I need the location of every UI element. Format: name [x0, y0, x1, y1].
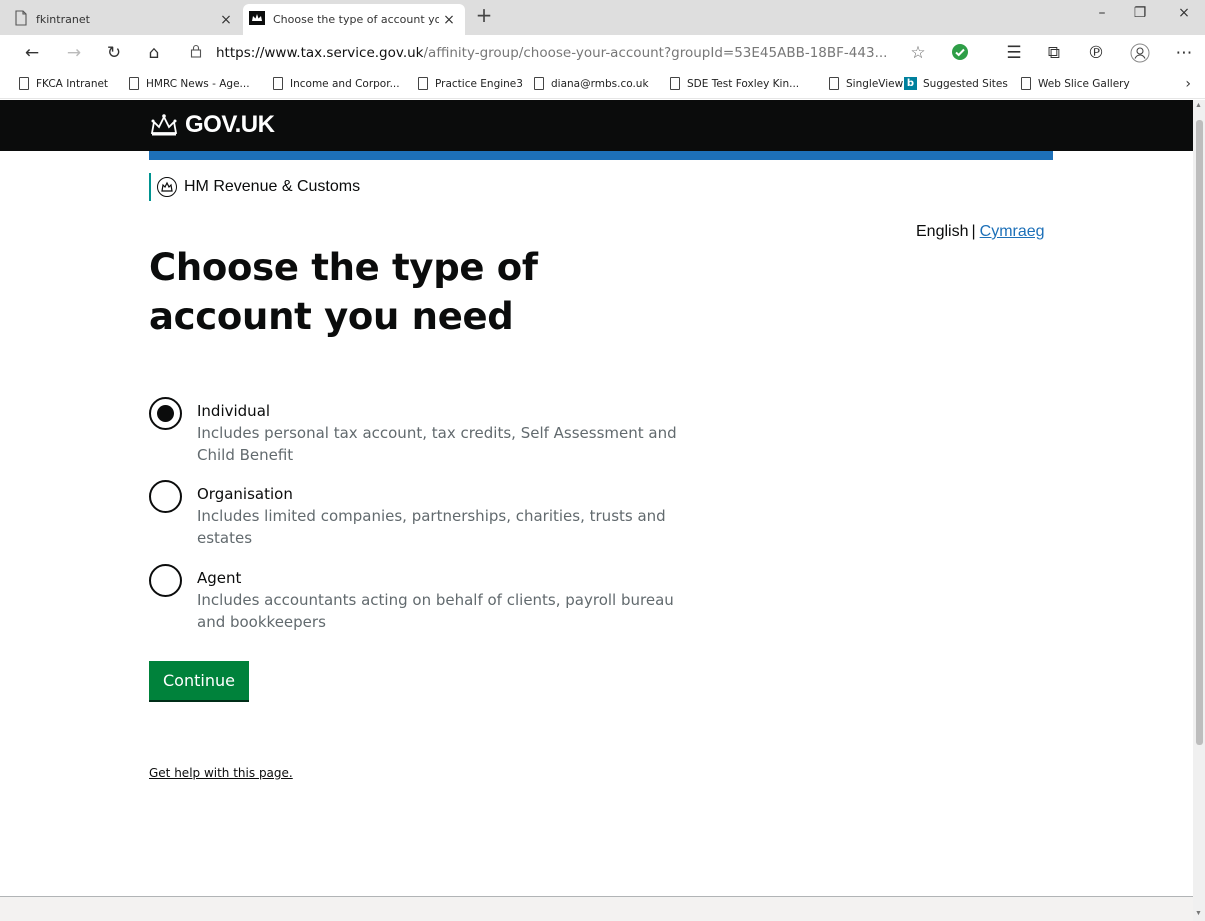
lock-icon — [190, 44, 210, 62]
favorite-star-icon[interactable]: ☆ — [906, 43, 930, 63]
url-path: /affinity-group/choose-your-account?grou… — [423, 45, 888, 61]
home-icon[interactable]: ⌂ — [142, 43, 166, 63]
page-icon — [670, 77, 680, 90]
radio-hint: Includes personal tax account, tax credi… — [197, 424, 677, 464]
browser-toolbar: ← → ↻ ⌂ https://www.tax.service.gov.uk/a… — [0, 35, 1205, 71]
page-scrollbar[interactable]: ▲ ▼ — [1193, 100, 1205, 921]
favorites-bar: FKCA Intranet HMRC News - Age... Income … — [0, 71, 1205, 99]
department-name: HM Revenue & Customs — [184, 178, 361, 195]
forward-arrow-icon[interactable]: → — [62, 43, 86, 63]
page-icon — [418, 77, 428, 90]
favorite-singleview[interactable]: SingleView — [829, 77, 903, 90]
scrollbar-thumb[interactable] — [1196, 120, 1203, 745]
radio-label: Individual — [197, 402, 271, 420]
favorite-label: HMRC News - Age... — [146, 77, 250, 90]
favorite-label: Suggested Sites — [923, 77, 1008, 90]
scroll-up-icon[interactable]: ▲ — [1195, 102, 1202, 109]
tab-label: Choose the type of account you — [273, 13, 439, 26]
crown-icon — [150, 114, 178, 136]
favorites-more-chevron-icon[interactable]: › — [1185, 76, 1191, 92]
favorite-label: Web Slice Gallery — [1038, 77, 1130, 90]
close-window-icon[interactable]: × — [1166, 5, 1202, 21]
collections-icon[interactable]: ⧉ — [1042, 43, 1066, 63]
radio-button-organisation[interactable] — [149, 480, 182, 513]
favorite-label: SingleView — [846, 77, 904, 90]
page-viewport: GOV.UK HM Revenue & Customs English | Cymr… — [0, 100, 1193, 921]
favorite-hmrc-news[interactable]: HMRC News - Age... — [129, 77, 250, 90]
favorite-sde-test[interactable]: SDE Test Foxley Kin... — [670, 77, 799, 90]
radio-label: Agent — [197, 569, 242, 587]
close-tab-icon[interactable]: × — [216, 12, 236, 28]
favorite-diana-email[interactable]: diana@rmbs.co.uk — [534, 77, 649, 90]
page-title: Choose the type of account you need — [149, 246, 538, 338]
favorite-label: SDE Test Foxley Kin... — [687, 77, 800, 90]
radio-button-individual[interactable] — [149, 397, 182, 430]
minimize-icon[interactable]: – — [1084, 5, 1120, 21]
language-current: English — [916, 223, 969, 240]
tab-label: fkintranet — [36, 13, 90, 26]
radio-hint: Includes accountants acting on behalf of… — [197, 591, 674, 631]
favorite-suggested-sites[interactable]: b Suggested Sites — [904, 77, 1008, 90]
new-tab-button[interactable]: + — [470, 3, 498, 27]
favorite-web-slice-gallery[interactable]: Web Slice Gallery — [1021, 77, 1130, 90]
more-menu-icon[interactable]: ⋯ — [1172, 43, 1196, 63]
restore-icon[interactable]: ❐ — [1122, 5, 1158, 21]
back-arrow-icon[interactable]: ← — [20, 43, 44, 63]
language-switcher: English | Cymraeg — [916, 223, 1045, 241]
read-aloud-icon[interactable]: ℗ — [1084, 43, 1108, 63]
footer — [0, 896, 1193, 921]
scroll-down-icon[interactable]: ▼ — [1195, 910, 1202, 917]
favorites-list-icon[interactable]: ☰ — [1002, 43, 1026, 63]
page-icon — [19, 77, 29, 90]
favorite-label: FKCA Intranet — [36, 77, 109, 90]
tab-choose-account[interactable]: Choose the type of account you × — [243, 4, 465, 35]
get-help-link[interactable]: Get help with this page. — [149, 766, 293, 780]
page-icon — [14, 10, 28, 29]
govuk-logo-link[interactable]: GOV.UK — [149, 111, 275, 139]
favorite-fkca-intranet[interactable]: FKCA Intranet — [19, 77, 108, 90]
radio-option-organisation[interactable]: Organisation Includes limited companies,… — [149, 480, 697, 549]
page-icon — [129, 77, 139, 90]
radio-hint: Includes limited companies, partnerships… — [197, 507, 666, 547]
radio-button-agent[interactable] — [149, 564, 182, 597]
bing-icon: b — [904, 77, 917, 90]
language-separator: | — [971, 223, 976, 240]
extension-check-icon[interactable] — [948, 43, 972, 63]
page-icon — [534, 77, 544, 90]
refresh-icon[interactable]: ↻ — [102, 43, 126, 63]
page-icon — [829, 77, 839, 90]
page-icon — [273, 77, 283, 90]
radio-option-individual[interactable]: Individual Includes personal tax account… — [149, 397, 697, 466]
favorite-label: Income and Corpor... — [290, 77, 400, 90]
tab-fkintranet[interactable]: fkintranet × — [14, 4, 242, 35]
radio-label: Organisation — [197, 485, 293, 503]
close-tab-icon[interactable]: × — [439, 12, 459, 28]
address-bar[interactable]: https://www.tax.service.gov.uk/affinity-… — [190, 40, 910, 66]
favorite-label: diana@rmbs.co.uk — [551, 77, 649, 90]
language-cymraeg-link[interactable]: Cymraeg — [980, 223, 1045, 240]
crown-favicon-icon — [249, 11, 265, 28]
favorite-income-corporation[interactable]: Income and Corpor... — [273, 77, 400, 90]
header-blue-band — [149, 151, 1053, 160]
browser-tab-strip: fkintranet × Choose the type of account … — [0, 0, 1205, 35]
hmrc-banner[interactable]: HM Revenue & Customs — [149, 173, 360, 201]
radio-option-agent[interactable]: Agent Includes accountants acting on beh… — [149, 564, 697, 633]
page-icon — [1021, 77, 1031, 90]
favorite-label: Practice Engine3 — [435, 77, 523, 90]
govuk-logo-text: GOV.UK — [185, 111, 275, 138]
url-host: https://www.tax.service.gov.uk — [216, 45, 424, 61]
govuk-header: GOV.UK — [0, 100, 1193, 151]
profile-avatar-icon[interactable] — [1128, 43, 1152, 63]
radio-selected-dot — [157, 405, 174, 422]
hmrc-crest-icon — [157, 177, 177, 197]
favorite-practice-engine[interactable]: Practice Engine3 — [418, 77, 523, 90]
continue-button[interactable]: Continue — [149, 661, 249, 700]
